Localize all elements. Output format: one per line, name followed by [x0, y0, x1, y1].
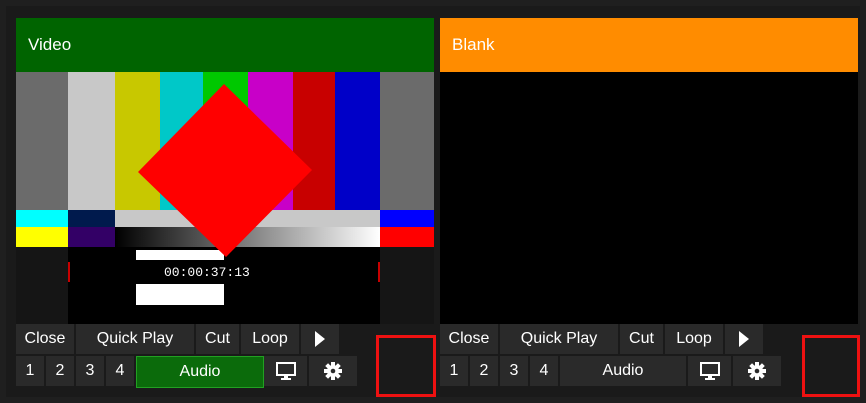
layer-row: 1 2 3 4 Audio: [16, 356, 434, 388]
settings-button[interactable]: [309, 356, 359, 388]
play-icon: [739, 331, 749, 347]
panel-title: Blank: [440, 18, 858, 72]
layer-row: 1 2 3 4 Audio: [440, 356, 858, 388]
cut-button[interactable]: Cut: [196, 324, 241, 356]
play-button[interactable]: [301, 324, 341, 356]
layer-1-button[interactable]: 1: [16, 356, 46, 388]
transport-row: Close Quick Play Cut Loop: [16, 324, 434, 356]
video-panel: Video 00:00:37:13 Close Quick Play Cut L…: [16, 18, 434, 388]
color-bars-test-pattern: 00:00:37:13: [16, 72, 434, 324]
layer-3-button[interactable]: 3: [500, 356, 530, 388]
audio-button[interactable]: Audio: [560, 356, 688, 388]
blank-preview[interactable]: [440, 72, 858, 324]
loop-button[interactable]: Loop: [241, 324, 301, 356]
video-preview[interactable]: 00:00:37:13: [16, 72, 434, 324]
layer-1-button[interactable]: 1: [440, 356, 470, 388]
layer-4-button[interactable]: 4: [106, 356, 136, 388]
blank-panel: Blank Close Quick Play Cut Loop 1 2 3 4 …: [440, 18, 858, 388]
loop-button[interactable]: Loop: [665, 324, 725, 356]
quick-play-button[interactable]: Quick Play: [76, 324, 196, 356]
audio-button[interactable]: Audio: [136, 356, 264, 388]
close-button[interactable]: Close: [16, 324, 76, 356]
cut-button[interactable]: Cut: [620, 324, 665, 356]
monitor-button[interactable]: [688, 356, 733, 388]
transport-row: Close Quick Play Cut Loop: [440, 324, 858, 356]
layer-2-button[interactable]: 2: [470, 356, 500, 388]
monitor-icon: [699, 362, 720, 380]
monitor-button[interactable]: [264, 356, 309, 388]
layer-4-button[interactable]: 4: [530, 356, 560, 388]
monitor-icon: [275, 362, 296, 380]
play-icon: [315, 331, 325, 347]
panel-title: Video: [16, 18, 434, 72]
layer-3-button[interactable]: 3: [76, 356, 106, 388]
settings-button[interactable]: [733, 356, 783, 388]
timecode: 00:00:37:13: [164, 265, 250, 280]
quick-play-button[interactable]: Quick Play: [500, 324, 620, 356]
close-button[interactable]: Close: [440, 324, 500, 356]
gear-icon: [324, 362, 342, 380]
layer-2-button[interactable]: 2: [46, 356, 76, 388]
gear-icon: [748, 362, 766, 380]
play-button[interactable]: [725, 324, 765, 356]
